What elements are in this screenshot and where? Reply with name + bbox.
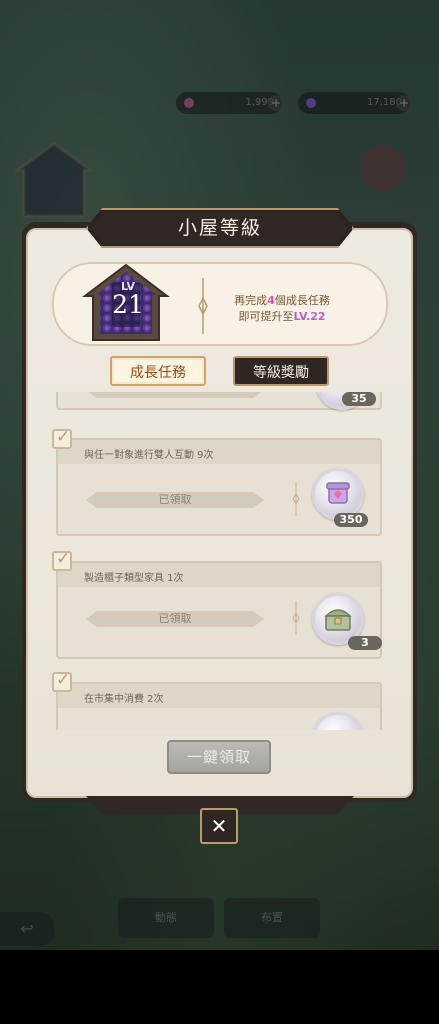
- divider-ornament: [292, 482, 300, 516]
- task-card: 在市集中消費 2次: [56, 682, 382, 730]
- task-complete-checkbox: ✓: [52, 427, 72, 449]
- task-card: 35: [56, 392, 382, 410]
- reward-count: 35: [342, 392, 376, 406]
- info-text: 再完成: [234, 294, 268, 307]
- close-icon: ✕: [210, 814, 228, 838]
- task-title: 製造櫃子類型家具 1次: [84, 573, 184, 584]
- remaining-task-count: 4: [267, 294, 275, 307]
- divider-ornament: [292, 601, 300, 635]
- task-card: 與任一對象進行雙人互動 9次 已領取 350: [56, 438, 382, 536]
- close-button[interactable]: ✕: [200, 808, 238, 844]
- dialog-title: 小屋等級: [177, 217, 262, 239]
- gem-box-icon: [326, 482, 350, 504]
- next-level: LV.22: [293, 310, 326, 323]
- reward-count: 3: [348, 636, 382, 650]
- system-bar: [0, 950, 439, 1024]
- task-complete-checkbox: ✓: [52, 549, 72, 571]
- check-icon: ✓: [56, 427, 71, 447]
- tab-level-rewards[interactable]: 等級獎勵: [233, 356, 329, 386]
- check-icon: ✓: [56, 549, 71, 569]
- check-icon: ✓: [56, 670, 71, 690]
- info-text: 個成長任務: [274, 294, 330, 307]
- task-card: 製造櫃子類型家具 1次 已領取 3: [56, 561, 382, 659]
- claim-all-button[interactable]: 一鍵領取: [167, 740, 271, 774]
- info-line-2: 即可提升至LV.22: [208, 308, 356, 324]
- claimed-status: 已領取: [158, 612, 192, 625]
- task-list[interactable]: 35 與任一對象進行雙人互動 9次 已領取 350 ✓ 製造櫃子類型家具 1次 …: [44, 392, 390, 730]
- current-level: 21: [112, 290, 144, 319]
- reward-count: 350: [334, 513, 368, 527]
- reward-icon: [312, 712, 364, 730]
- claimed-status: 已領取: [158, 493, 192, 506]
- task-title: 在市集中消費 2次: [84, 694, 164, 705]
- task-complete-checkbox: ✓: [52, 670, 72, 692]
- info-text: 即可提升至: [238, 310, 294, 323]
- tab-growth-tasks[interactable]: 成長任務: [110, 356, 206, 386]
- info-line-1: 再完成4個成長任務: [208, 292, 356, 308]
- task-title: 與任一對象進行雙人互動 9次: [84, 450, 214, 461]
- progress-bar: [86, 392, 264, 398]
